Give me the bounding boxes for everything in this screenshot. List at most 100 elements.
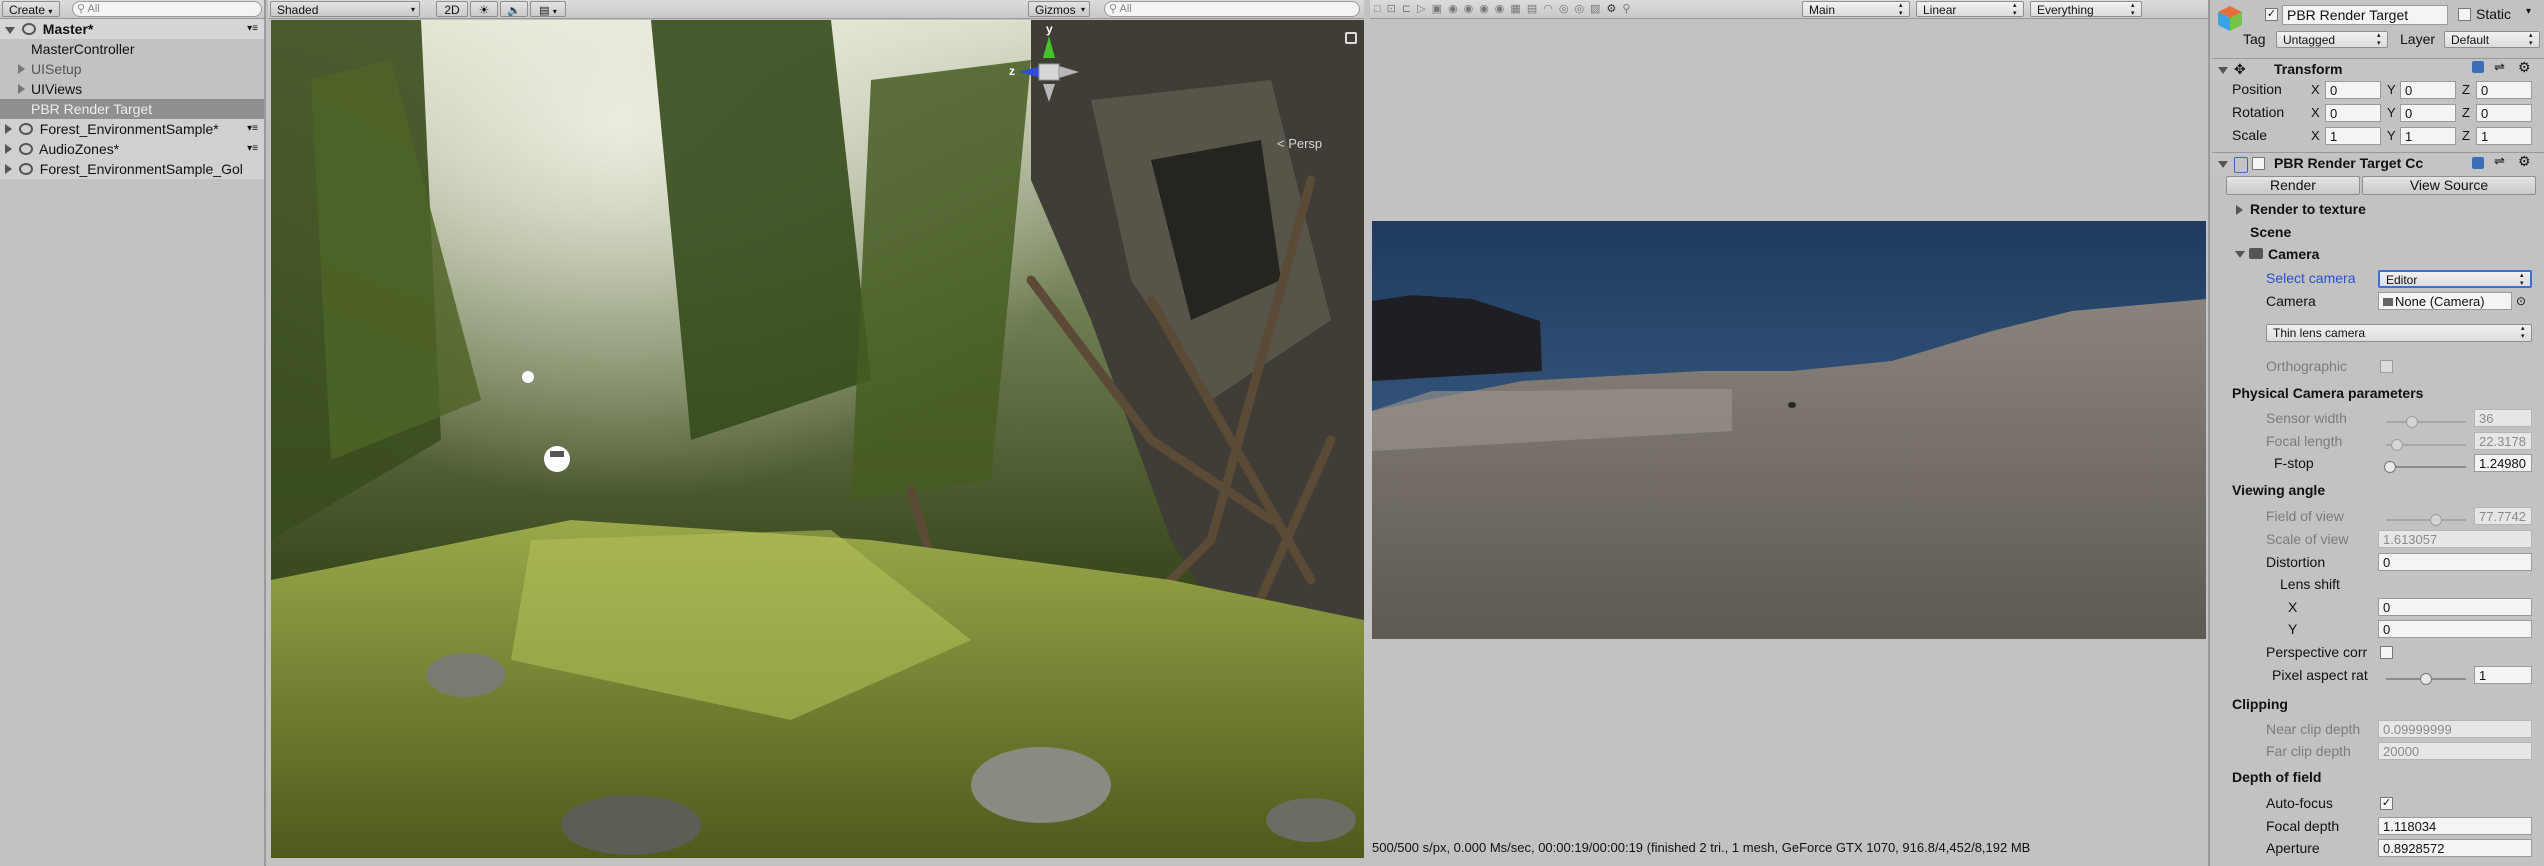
pbr-component-header[interactable]: PBR Render Target Cc ⇌ ⚙ [2212,152,2544,175]
2d-toggle-button[interactable]: 2D [436,1,468,17]
shading-mode-dropdown[interactable]: Shaded ▾ [270,1,420,17]
shader-ball-icon[interactable]: ◉ [1464,3,1480,15]
collapse-arrow-icon[interactable] [2218,161,2228,168]
scene-menu-icon[interactable]: ▾≡ [247,139,258,159]
slider-knob[interactable] [2384,461,2396,473]
sensor-width-slider[interactable] [2386,416,2466,428]
gear-icon[interactable]: ⚙ [1606,3,1622,15]
object-picker-icon[interactable]: ⊙ [2516,294,2526,308]
collapse-arrow-icon[interactable] [2235,251,2245,258]
lens-icon[interactable]: ◎ [1559,3,1575,15]
perspective-correction-checkbox[interactable] [2380,646,2393,659]
position-y-field[interactable]: 0 [2400,81,2456,99]
slider-knob[interactable] [2429,514,2442,526]
expand-arrow-icon[interactable] [5,124,12,134]
render-image[interactable] [1372,221,2206,639]
scene-viewport[interactable]: y z < Persp [271,20,1364,858]
orthographic-checkbox[interactable] [2380,360,2393,373]
static-dropdown-icon[interactable]: ▾ [2526,6,2531,17]
gizmos-dropdown[interactable]: Gizmos ▾ [1028,1,1090,17]
fov-field[interactable]: 77.7742 [2474,507,2532,525]
position-z-field[interactable]: 0 [2476,81,2532,99]
lighting-toggle-button[interactable]: ☀ [470,1,498,17]
position-x-field[interactable]: 0 [2325,81,2381,99]
camera-foldout[interactable]: Camera [2268,246,2319,262]
stop-icon[interactable]: □ [1374,3,1387,15]
shader-ball-icon[interactable]: ◉ [1479,3,1495,15]
color-space-dropdown[interactable]: Linear [1916,1,2024,18]
fstop-slider[interactable] [2384,461,2466,473]
lens-shift-x-field[interactable]: 0 [2378,598,2532,616]
record-icon[interactable]: ▣ [1432,3,1448,15]
render-camera-dropdown[interactable]: Main [1802,1,1910,18]
pixel-aspect-field[interactable]: 1 [2474,666,2532,684]
play-icon[interactable]: ▷ [1417,3,1431,15]
hierarchy-item[interactable]: MasterController [0,39,264,59]
help-book-icon[interactable] [2472,157,2484,169]
component-enabled-checkbox[interactable] [2252,157,2265,170]
expand-arrow-icon[interactable] [5,164,12,174]
lens-shift-y-field[interactable]: 0 [2378,620,2532,638]
lens-type-dropdown[interactable]: Thin lens camera [2266,324,2532,342]
collapse-arrow-icon[interactable] [2218,67,2228,74]
hierarchy-item-selected[interactable]: PBR Render Target [0,99,264,119]
camera-object-field[interactable]: None (Camera) [2378,292,2512,310]
gear-icon[interactable]: ⚙ [2518,59,2531,76]
scene-menu-icon[interactable]: ▾≡ [247,19,258,39]
scale-y-field[interactable]: 1 [2400,127,2456,145]
scene-menu-icon[interactable]: ▾≡ [247,119,258,139]
scene-header-master[interactable]: Master* ▾≡ [0,19,264,39]
preset-icon[interactable]: ⇌ [2494,59,2505,75]
sensor-width-field[interactable]: 36 [2474,409,2532,427]
view-source-button[interactable]: View Source [2362,176,2536,195]
create-button[interactable]: Create ▾ [2,1,60,17]
static-checkbox[interactable] [2458,8,2471,21]
preset-icon[interactable]: ⇌ [2494,153,2505,169]
headphones-icon[interactable]: ◠ [1543,3,1559,15]
lock-icon[interactable] [1345,32,1357,44]
active-checkbox[interactable]: ✓ [2265,8,2278,21]
expand-arrow-icon[interactable] [2236,205,2243,215]
autofocus-checkbox[interactable]: ✓ [2380,797,2393,810]
axis-gizmo-icon[interactable] [1011,28,1091,118]
audio-toggle-button[interactable]: 🔈 [500,1,528,17]
render-to-texture-foldout[interactable]: Render to texture [2250,201,2366,217]
pin-icon[interactable]: ⚲ [1622,3,1636,15]
distortion-field[interactable]: 0 [2378,553,2532,571]
focal-length-field[interactable]: 22.3178 [2474,432,2532,450]
expand-arrow-icon[interactable] [18,84,25,94]
transform-header[interactable]: ✥ Transform ⇌ ⚙ [2212,58,2544,81]
region-icon[interactable]: ▦ [1510,3,1526,15]
expand-arrow-icon[interactable] [5,144,12,154]
hierarchy-search-input[interactable]: ⚲ All [72,1,262,17]
hierarchy-item[interactable]: UISetup [0,59,264,79]
focal-length-slider[interactable] [2386,439,2466,451]
aperture-field[interactable]: 0.8928572 [2378,839,2532,857]
projection-label[interactable]: < Persp [1277,136,1322,151]
effects-toggle-button[interactable]: ▤ ▾ [530,1,566,17]
scale-z-field[interactable]: 1 [2476,127,2532,145]
scale-of-view-field[interactable]: 1.613057 [2378,530,2532,548]
scene-search-input[interactable]: ⚲ All [1104,1,1360,17]
render-button[interactable]: Render [2226,176,2360,195]
frame-icon[interactable]: ⊡ [1387,3,1402,15]
near-clip-field[interactable]: 0.09999999 [2378,720,2532,738]
expand-arrow-icon[interactable] [5,27,15,34]
rotation-x-field[interactable]: 0 [2325,104,2381,122]
scale-x-field[interactable]: 1 [2325,127,2381,145]
rotation-z-field[interactable]: 0 [2476,104,2532,122]
select-camera-dropdown[interactable]: Editor [2378,270,2532,288]
pixel-aspect-slider[interactable] [2386,673,2466,685]
orientation-gizmo[interactable]: y z [1009,22,1091,118]
image-icon[interactable]: ▧ [1590,3,1606,15]
tag-dropdown[interactable]: Untagged [2276,31,2388,48]
shader-ball-icon[interactable]: ◉ [1495,3,1511,15]
rotation-y-field[interactable]: 0 [2400,104,2456,122]
layer-dropdown[interactable]: Default [2444,31,2540,48]
lens-icon[interactable]: ◎ [1574,3,1590,15]
far-clip-field[interactable]: 20000 [2378,742,2532,760]
object-name-input[interactable]: PBR Render Target [2282,5,2448,25]
gear-icon[interactable]: ⚙ [2518,153,2531,170]
expand-arrow-icon[interactable] [18,64,25,74]
scene-header[interactable]: Forest_EnvironmentSample_Gol [0,159,264,179]
